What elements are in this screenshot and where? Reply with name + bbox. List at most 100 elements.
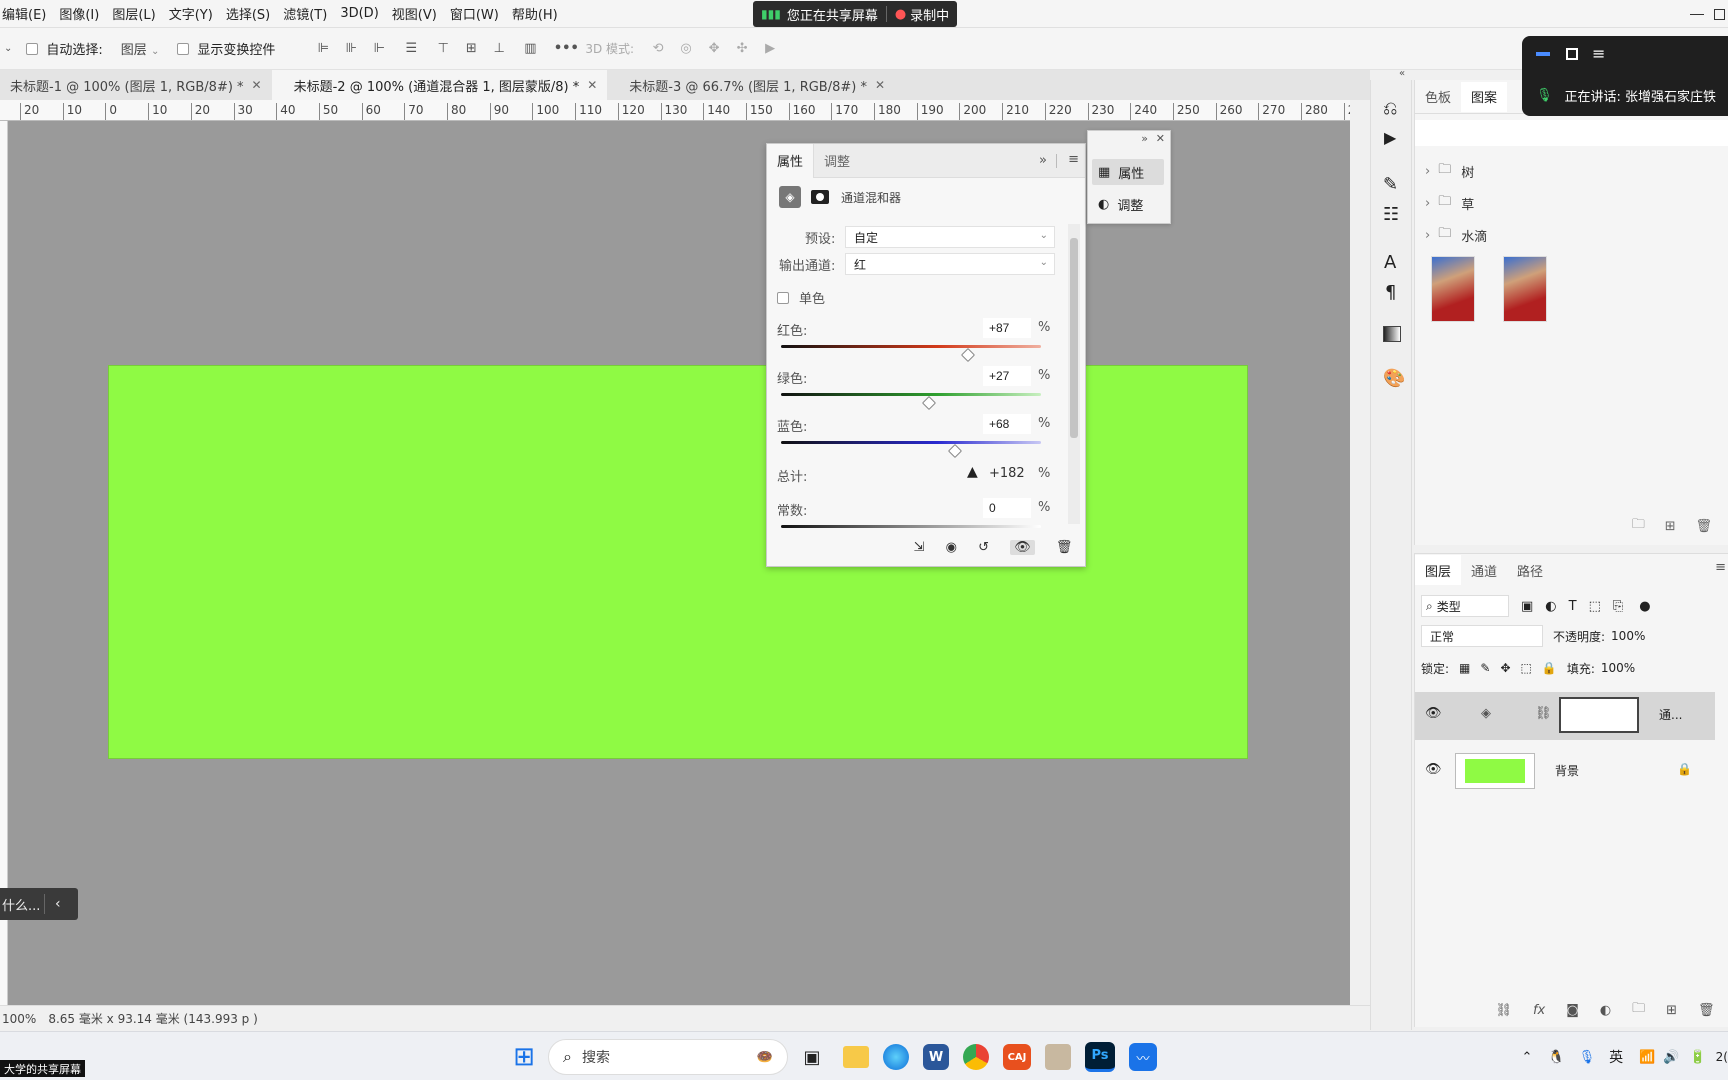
menu-edit[interactable]: 编辑(E) [2, 4, 46, 23]
lock-pixels-icon[interactable]: ✎ [1480, 661, 1490, 675]
horizontal-ruler[interactable]: 20 10 0 10 20 30 40 50 60 70 80 90 100 110 120 130 140 15… [0, 100, 1350, 121]
preset-dropdown[interactable]: 自定 ⌄ [845, 226, 1055, 248]
menu-icon[interactable]: ≡ [1592, 44, 1605, 63]
meeting-widget[interactable]: ≡ 🎙 正在讲话: 张增强石家庄铁 [1522, 36, 1728, 116]
tool-dropdown-icon[interactable]: ⌄ [4, 43, 12, 54]
brush-settings-icon[interactable]: ✎ [1383, 174, 1398, 195]
tab-patterns[interactable]: 图案 [1461, 81, 1508, 112]
tab-channels[interactable]: 通道 [1461, 555, 1507, 585]
filter-image-icon[interactable]: ▣ [1521, 599, 1533, 614]
green-slider-thumb[interactable] [921, 395, 936, 411]
filter-adjust-icon[interactable]: ◐ [1545, 599, 1556, 614]
3d-pan-icon[interactable]: ✥ [700, 41, 728, 56]
menu-layer[interactable]: 图层(L) [112, 4, 155, 23]
color-palette-icon[interactable]: 🎨 [1383, 368, 1405, 389]
close-icon[interactable]: ✕ [1156, 132, 1165, 145]
word-icon[interactable]: W [923, 1044, 949, 1070]
blue-slider-track[interactable] [781, 441, 1041, 444]
adjust-sliders-icon[interactable]: ☷ [1383, 204, 1399, 225]
constant-slider-track[interactable] [781, 525, 1041, 528]
filter-type-icon[interactable]: T [1569, 599, 1577, 614]
doc-info[interactable]: 8.65 毫米 x 93.14 毫米 (143.993 p ) [48, 1010, 257, 1027]
scroll-thumb[interactable] [1070, 238, 1078, 438]
lock-transparent-icon[interactable]: ▦ [1459, 661, 1470, 675]
menu-view[interactable]: 视图(V) [392, 4, 437, 23]
tab-document-3[interactable]: 未标题-3 @ 66.7% (图层 1, RGB/8#) * ✕ [607, 70, 895, 100]
visibility-eye-icon[interactable]: 👁 [1010, 539, 1035, 555]
3d-slide-icon[interactable]: ✣ [728, 41, 756, 56]
auto-select-checkbox[interactable] [26, 42, 39, 55]
collapse-icon[interactable]: » [1141, 132, 1148, 145]
clip-to-layer-icon[interactable]: ⇲ [914, 540, 925, 555]
collapse-icon[interactable]: « [1399, 68, 1405, 79]
green-value-input[interactable] [983, 366, 1031, 386]
opacity-value[interactable]: 100% [1611, 629, 1645, 643]
close-icon[interactable]: ✕ [875, 78, 885, 92]
tab-document-2[interactable]: 未标题-2 @ 100% (通道混合器 1, 图层蒙版/8) * ✕ [271, 70, 608, 100]
volume-icon[interactable]: 🔊 [1663, 1050, 1679, 1065]
layer-row-adjustment[interactable]: 👁 ◈ ⛓ 通... [1415, 692, 1715, 740]
delete-icon[interactable]: 🗑 [1056, 540, 1073, 555]
lock-all-icon[interactable]: 🔒 [1542, 661, 1557, 675]
zoom-level[interactable]: 100% [2, 1012, 36, 1026]
channel-mixer-icon[interactable]: ◈ [779, 186, 801, 208]
layer-thumbnail[interactable] [1455, 753, 1535, 789]
battery-icon[interactable]: 🔋 [1689, 1050, 1705, 1065]
chevron-left-icon[interactable]: ‹ [55, 896, 61, 912]
tab-properties[interactable]: 属性 [767, 143, 815, 178]
align-vcenter-icon[interactable]: ⊞ [457, 41, 485, 56]
chrome-icon[interactable] [963, 1044, 989, 1070]
visibility-eye-icon[interactable]: 👁 [1425, 706, 1442, 721]
blend-mode-dropdown[interactable]: 正常 [1421, 625, 1543, 647]
panel-menu-icon[interactable]: ≡ [1715, 560, 1726, 575]
new-group-icon[interactable]: 🗀 [1632, 999, 1645, 1021]
blue-slider-thumb[interactable] [948, 443, 963, 459]
3d-scale-icon[interactable]: ▶ [756, 41, 784, 56]
mask-icon[interactable] [811, 190, 829, 204]
photoshop-icon[interactable]: Ps [1085, 1042, 1115, 1072]
link-icon[interactable]: ⛓ [1535, 706, 1552, 721]
red-slider-thumb[interactable] [960, 347, 975, 363]
filter-toggle-icon[interactable]: ● [1639, 599, 1650, 614]
menu-select[interactable]: 选择(S) [226, 4, 270, 23]
menu-type[interactable]: 文字(Y) [169, 4, 213, 23]
align-bottom-icon[interactable]: ⊥ [485, 41, 513, 56]
add-icon[interactable]: ⊞ [1665, 519, 1676, 534]
flyout-properties-button[interactable]: ▦ 属性 [1092, 159, 1164, 185]
layer-style-icon[interactable]: fx [1533, 1003, 1545, 1018]
distribute-h-icon[interactable]: ☰ [393, 41, 429, 56]
restore-icon[interactable] [1714, 8, 1725, 20]
3d-roll-icon[interactable]: ◎ [672, 41, 700, 56]
monochrome-option[interactable]: 单色 [777, 288, 857, 307]
lock-artboard-icon[interactable]: ⬚ [1521, 661, 1532, 675]
add-mask-icon[interactable]: ◙ [1566, 1003, 1579, 1018]
close-icon[interactable]: ✕ [252, 78, 262, 92]
show-transform-checkbox[interactable] [177, 42, 190, 55]
screen-share-bar[interactable]: ▮▮▮ 您正在共享屏幕 ● 录制中 [753, 1, 958, 27]
layer-row-background[interactable]: 👁 背景 🔒 [1415, 748, 1715, 796]
clock-fragment[interactable]: 2( [1716, 1050, 1728, 1064]
align-left-icon[interactable]: ⊫ [309, 41, 337, 56]
task-view-icon[interactable]: ▣ [795, 1040, 829, 1074]
filter-smart-icon[interactable]: ⎘ [1613, 599, 1623, 614]
panel-menu-icon[interactable]: ≡ [1068, 152, 1079, 167]
fill-value[interactable]: 100% [1601, 661, 1635, 675]
align-top-icon[interactable]: ⊤ [429, 41, 457, 56]
history-icon[interactable]: ⎌ [1383, 98, 1397, 119]
align-right-icon[interactable]: ⊩ [365, 41, 393, 56]
expand-icon[interactable]: » [1039, 153, 1047, 168]
visibility-eye-icon[interactable]: 👁 [1425, 762, 1442, 777]
properties-scrollbar[interactable] [1068, 224, 1080, 524]
maximize-icon[interactable] [1566, 47, 1578, 60]
monochrome-checkbox[interactable] [777, 291, 789, 304]
view-previous-icon[interactable]: ◉ [946, 540, 957, 555]
vertical-ruler[interactable] [0, 121, 8, 1007]
red-slider-track[interactable] [781, 345, 1041, 348]
flyout-adjustments-button[interactable]: ◐ 调整 [1092, 191, 1164, 217]
actions-play-icon[interactable]: ▶ [1384, 128, 1396, 147]
output-channel-dropdown[interactable]: 红 ⌄ [845, 253, 1055, 275]
menu-image[interactable]: 图像(I) [59, 4, 99, 23]
link-layers-icon[interactable]: ⛓ [1495, 1003, 1512, 1018]
tab-swatches[interactable]: 色板 [1415, 82, 1461, 112]
blue-value-input[interactable] [983, 414, 1031, 434]
